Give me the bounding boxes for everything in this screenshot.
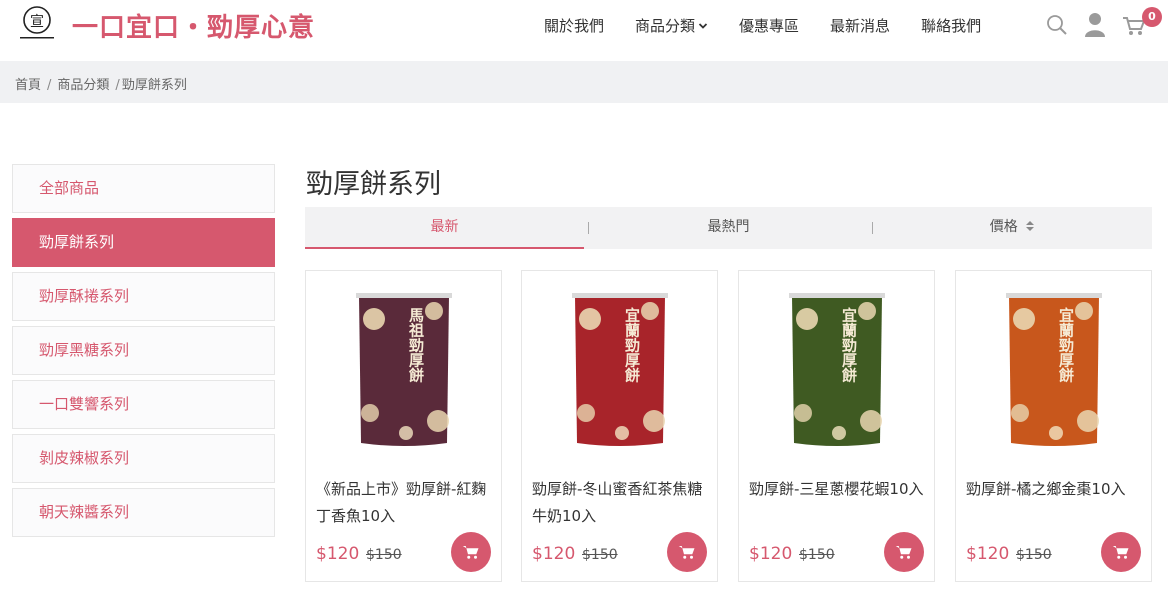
sort-updown-icon	[1026, 221, 1035, 231]
nav-about-label: 關於我們	[544, 17, 605, 35]
nav-promotions[interactable]: 優惠專區	[739, 15, 799, 36]
sidebar-item-double[interactable]: 一口雙響系列	[12, 380, 275, 429]
nav-contact-label: 聯絡我們	[921, 17, 982, 35]
product-name[interactable]: 勁厚餅-三星蔥櫻花蝦10入	[749, 476, 929, 503]
product-price: $120	[532, 544, 576, 564]
breadcrumb-home[interactable]: 首頁	[15, 78, 41, 93]
product-image[interactable]: 宜蘭勁厚餅	[1006, 293, 1102, 448]
product-original-price: $150	[1016, 547, 1052, 563]
breadcrumb-categories[interactable]: 商品分類	[57, 78, 109, 93]
cart-icon	[895, 546, 912, 559]
pack-label: 宜蘭勁厚餅	[623, 307, 641, 384]
add-to-cart-button[interactable]	[667, 532, 707, 572]
sort-tab-newest[interactable]: 最新	[305, 207, 584, 249]
product-original-price: $150	[799, 547, 835, 563]
product-price: $120	[749, 544, 793, 564]
product-name[interactable]: 勁厚餅-冬山蜜香紅茶焦糖牛奶10入	[532, 476, 712, 530]
breadcrumb-current: 勁厚餅系列	[121, 78, 187, 93]
sort-bar: 最新 最熱門 價格	[305, 207, 1152, 249]
breadcrumb-separator: /	[115, 78, 120, 93]
product-card[interactable]: 宜蘭勁厚餅 勁厚餅-橘之鄉金棗10入 $120 $150	[955, 270, 1152, 582]
nav-about[interactable]: 關於我們	[544, 15, 604, 36]
product-name[interactable]: 勁厚餅-橘之鄉金棗10入	[966, 476, 1146, 503]
pack-label: 宜蘭勁厚餅	[1057, 307, 1075, 384]
cart-count-badge: 0	[1142, 7, 1162, 27]
logo-icon[interactable]: 宣	[16, 5, 58, 43]
page-title: 勁厚餅系列	[306, 169, 441, 200]
sidebar-item-jinhou-roll[interactable]: 勁厚酥捲系列	[12, 272, 275, 321]
product-card[interactable]: 宜蘭勁厚餅 勁厚餅-冬山蜜香紅茶焦糖牛奶10入 $120 $150	[521, 270, 718, 582]
pack-label: 馬祖勁厚餅	[407, 308, 425, 384]
product-original-price: $150	[366, 547, 402, 563]
search-icon[interactable]	[1046, 14, 1068, 36]
add-to-cart-button[interactable]	[884, 532, 924, 572]
nav-categories[interactable]: 商品分類	[635, 15, 708, 36]
product-name[interactable]: 《新品上市》勁厚餅-紅麴丁香魚10入	[316, 476, 496, 530]
main-nav: 關於我們 商品分類 優惠專區 最新消息 聯絡我們	[544, 15, 1012, 36]
add-to-cart-button[interactable]	[1101, 532, 1141, 572]
nav-news[interactable]: 最新消息	[830, 15, 890, 36]
product-price: $120	[316, 544, 360, 564]
product-image[interactable]: 馬祖勁厚餅	[356, 293, 452, 448]
sidebar-item-brown-sugar[interactable]: 勁厚黑糖系列	[12, 326, 275, 375]
product-card[interactable]: 宜蘭勁厚餅 勁厚餅-三星蔥櫻花蝦10入 $120 $150	[738, 270, 935, 582]
sidebar-item-peeled-chili[interactable]: 剝皮辣椒系列	[12, 434, 275, 483]
add-to-cart-button[interactable]	[451, 532, 491, 572]
cart-icon	[678, 546, 695, 559]
nav-contact[interactable]: 聯絡我們	[921, 15, 981, 36]
sort-tab-price[interactable]: 價格	[873, 207, 1152, 249]
cart-icon	[462, 546, 479, 559]
breadcrumb: 首頁 / 商品分類 / 勁厚餅系列	[15, 74, 187, 93]
breadcrumb-bar: 首頁 / 商品分類 / 勁厚餅系列	[0, 61, 1168, 103]
sort-tab-price-label: 價格	[989, 219, 1018, 235]
brand-title[interactable]: 一口宜口・勁厚心意	[72, 7, 315, 44]
cart-icon	[1112, 546, 1129, 559]
product-original-price: $150	[582, 547, 618, 563]
user-icon[interactable]	[1084, 12, 1106, 38]
site-header: 宣 一口宜口・勁厚心意 關於我們 商品分類 優惠專區 最新消息 聯絡我們 0	[0, 0, 1168, 61]
sidebar-item-jinhou-cake[interactable]: 勁厚餅系列	[12, 218, 275, 267]
breadcrumb-separator: /	[47, 78, 52, 93]
sidebar-item-chili-sauce[interactable]: 朝天辣醬系列	[12, 488, 275, 537]
product-image[interactable]: 宜蘭勁厚餅	[572, 293, 668, 448]
product-image[interactable]: 宜蘭勁厚餅	[789, 293, 885, 448]
product-card[interactable]: 馬祖勁厚餅 《新品上市》勁厚餅-紅麴丁香魚10入 $120 $150	[305, 270, 502, 582]
nav-news-label: 最新消息	[830, 17, 891, 35]
product-price: $120	[966, 544, 1010, 564]
sidebar-item-all[interactable]: 全部商品	[12, 164, 275, 213]
category-sidebar: 全部商品 勁厚餅系列 勁厚酥捲系列 勁厚黑糖系列 一口雙響系列 剝皮辣椒系列 朝…	[12, 164, 275, 542]
nav-categories-label: 商品分類	[635, 17, 696, 35]
chevron-down-icon	[698, 22, 708, 29]
svg-text:宣: 宣	[30, 14, 44, 30]
sort-tab-popular[interactable]: 最熱門	[589, 207, 868, 249]
nav-promotions-label: 優惠專區	[739, 17, 800, 35]
pack-label: 宜蘭勁厚餅	[840, 307, 858, 384]
